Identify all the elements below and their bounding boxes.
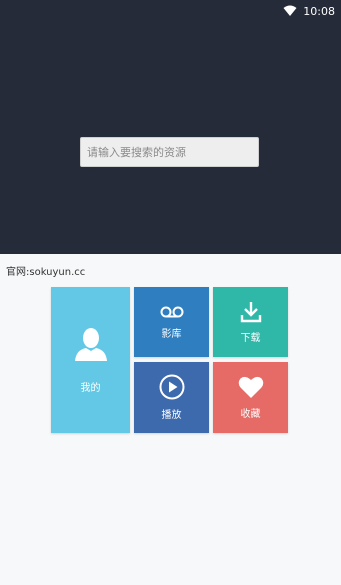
heart-icon [238,376,263,398]
download-icon [240,301,261,322]
tile-favorite[interactable]: 收藏 [213,362,288,433]
tile-me[interactable]: 我的 [51,287,130,433]
tile-download[interactable]: 下载 [213,287,288,357]
tile-play-label: 播放 [161,410,182,421]
tile-me-label: 我的 [80,382,101,394]
tile-play[interactable]: 播放 [134,362,209,433]
status-bar: 10:08 [0,0,341,22]
wifi-icon [283,5,297,16]
play-circle-icon [159,374,184,400]
header-area: 10:08 [0,0,341,254]
person-icon [74,327,107,361]
tile-library[interactable]: 影库 [134,287,209,357]
tile-favorite-label: 收藏 [240,409,261,420]
status-time: 10:08 [303,4,335,18]
search-input[interactable] [80,137,259,167]
site-url-label: 官网:sokuyun.cc [6,267,86,278]
tile-download-label: 下载 [240,332,261,344]
voicemail-icon [160,306,183,317]
tile-library-label: 影库 [161,328,182,340]
